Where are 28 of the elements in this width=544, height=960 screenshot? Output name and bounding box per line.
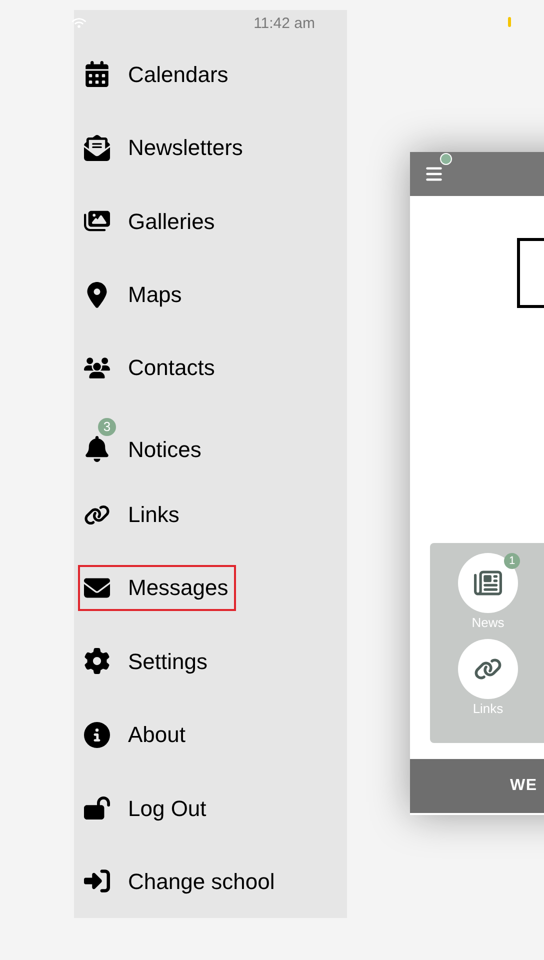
drawer-menu-item[interactable]: 3 Notices — [78, 408, 210, 474]
drawer-menu-item[interactable]: Log Out — [78, 785, 214, 832]
drawer-menu-item[interactable]: Galleries — [78, 198, 223, 244]
drawer-menu-item[interactable]: Settings — [78, 638, 216, 684]
drawer-menu-item[interactable]: About — [78, 712, 194, 758]
unlocked-padlock-icon — [84, 795, 110, 822]
settings-icon — [84, 648, 110, 674]
battery-indicator-icon — [508, 17, 511, 27]
notification-badge: 1 — [504, 553, 520, 569]
footer-title: WE — [510, 776, 538, 796]
newspaper-icon — [474, 569, 502, 597]
info-icon — [84, 722, 110, 748]
menu-icon[interactable] — [425, 165, 443, 183]
enter-arrow-icon — [84, 868, 110, 894]
drawer-menu-item[interactable]: Change school — [78, 858, 283, 904]
drawer-menu-item[interactable]: Messages — [78, 564, 236, 611]
drawer-menu-item[interactable]: Contacts — [78, 344, 223, 391]
calendar-icon — [84, 61, 110, 88]
drawer-menu-item[interactable]: Maps — [78, 272, 190, 318]
wifi-icon — [72, 16, 86, 30]
drawer-menu-item[interactable]: Newsletters — [78, 124, 251, 171]
envelope-icon — [84, 134, 110, 161]
status-time: 11:42 am — [254, 14, 315, 34]
drawer-menu-item[interactable]: Links — [78, 492, 188, 538]
drawer-menu-item[interactable]: Calendars — [78, 51, 236, 98]
notification-badge: 3 — [96, 416, 118, 438]
people-icon — [84, 354, 110, 381]
bell-icon — [84, 436, 110, 462]
